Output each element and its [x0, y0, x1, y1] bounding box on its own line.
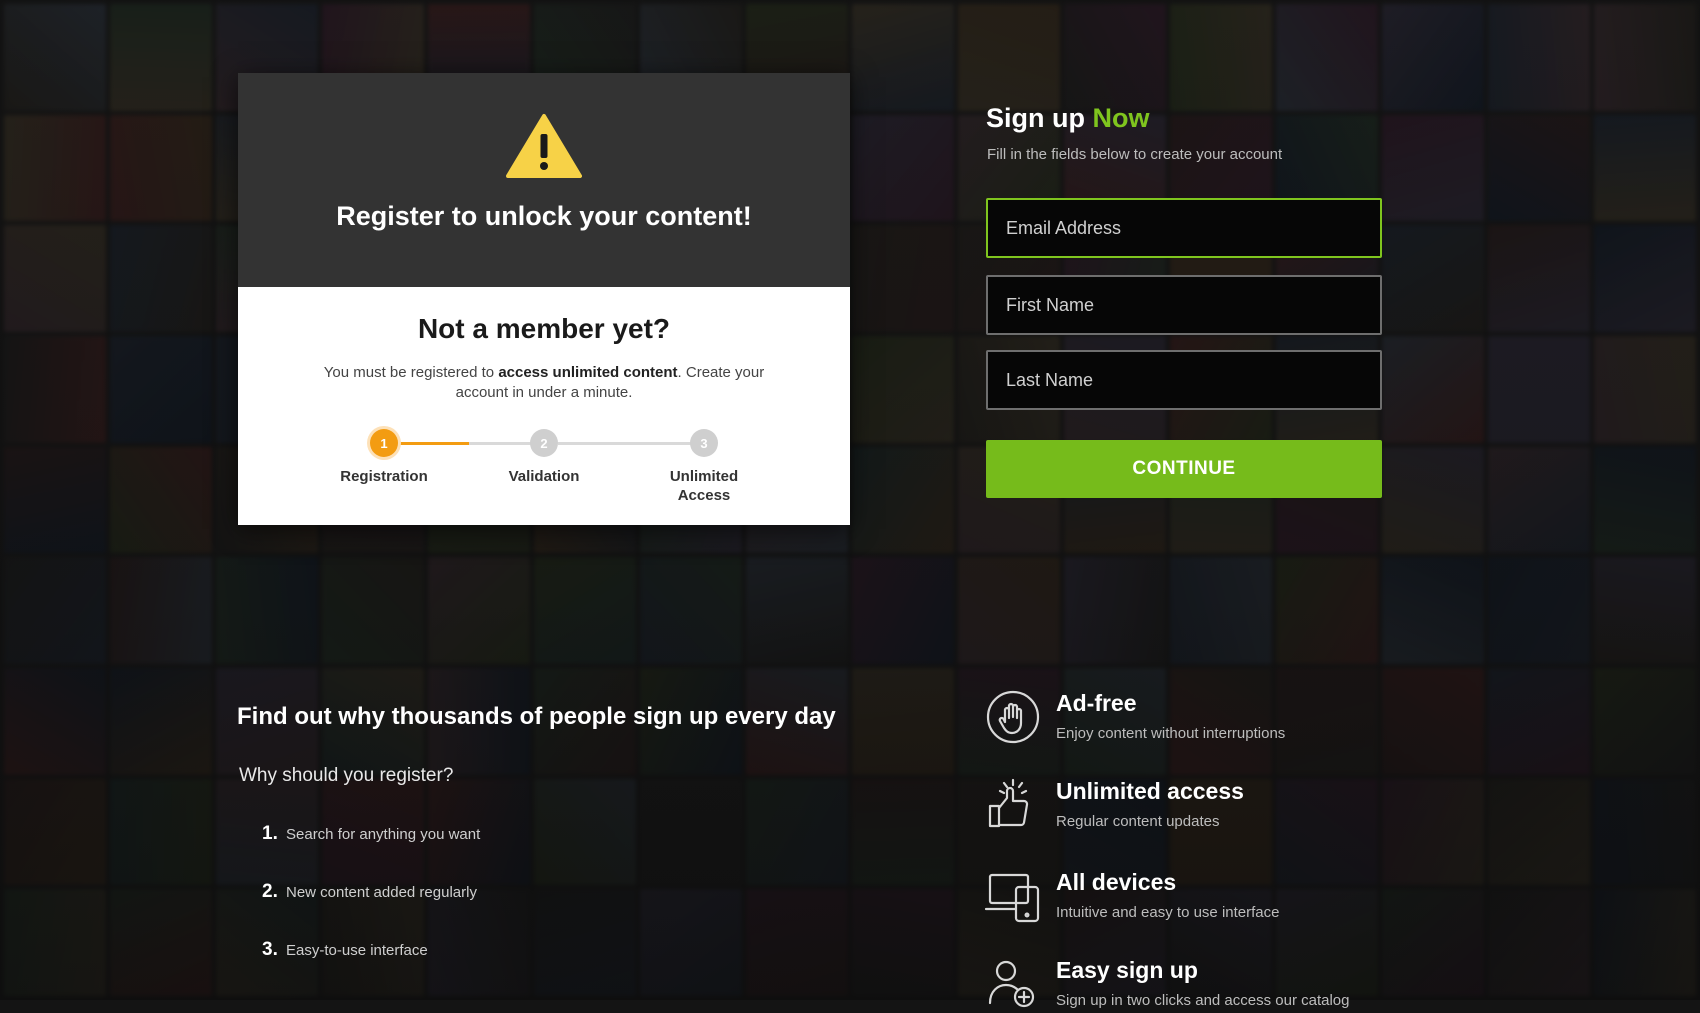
step-number: 1: [370, 429, 398, 457]
reason-list: 1. Search for anything you want 2. New c…: [262, 823, 480, 997]
signup-title-accent: Now: [1092, 103, 1150, 133]
step-registration: 1 Registration: [324, 429, 444, 486]
unlock-content-card: Register to unlock your content! Not a m…: [238, 73, 850, 525]
feature-ad-free: Ad-free Enjoy content without interrupti…: [984, 688, 1285, 746]
reason-number: 1.: [262, 823, 278, 844]
step-label: Unlimited Access: [669, 468, 739, 504]
feature-description: Intuitive and easy to use interface: [1056, 904, 1280, 921]
list-item: 2. New content added regularly: [262, 881, 480, 939]
feature-title: Easy sign up: [1056, 957, 1198, 983]
feature-text: Unlimited access Regular content updates: [1056, 776, 1244, 830]
registration-stepper: 1 Registration 2 Validation 3 Unlimited …: [340, 429, 738, 507]
feature-text: Easy sign up Sign up in two clicks and a…: [1056, 955, 1350, 1009]
list-item: 3. Easy-to-use interface: [262, 939, 480, 997]
user-plus-icon: [988, 960, 1035, 1008]
step-number: 2: [530, 429, 558, 457]
feature-all-devices: All devices Intuitive and easy to use in…: [984, 867, 1279, 925]
reason-number: 2.: [262, 881, 278, 902]
thumbs-up-icon: [988, 778, 1029, 828]
step-validation: 2 Validation: [484, 429, 604, 486]
unlock-card-header: Register to unlock your content!: [238, 73, 850, 287]
why-subheading: Why should you register?: [239, 765, 454, 786]
why-heading: Find out why thousands of people sign up…: [237, 703, 836, 730]
step-label: Validation: [508, 468, 580, 485]
membership-panel: Not a member yet? You must be registered…: [238, 287, 850, 525]
first-name-field[interactable]: [986, 275, 1382, 335]
devices-icon: [984, 873, 1040, 923]
list-item: 1. Search for anything you want: [262, 823, 480, 881]
unlock-title: Register to unlock your content!: [336, 201, 752, 231]
member-text-bold: access unlimited content: [498, 364, 678, 381]
signup-title-main: Sign up: [986, 103, 1093, 133]
feature-description: Sign up in two clicks and access our cat…: [1056, 992, 1350, 1009]
reason-text: Easy-to-use interface: [286, 942, 428, 959]
feature-title: All devices: [1056, 869, 1177, 895]
member-heading: Not a member yet?: [417, 313, 671, 344]
member-text-prefix: You must be registered to: [323, 364, 499, 381]
continue-button[interactable]: CONTINUE: [986, 440, 1382, 498]
reason-number: 3.: [262, 939, 278, 960]
reason-text: New content added regularly: [286, 884, 477, 901]
feature-text: Ad-free Enjoy content without interrupti…: [1056, 688, 1285, 742]
feature-description: Regular content updates: [1056, 813, 1220, 830]
signup-subtitle: Fill in the fields below to create your …: [987, 146, 1283, 163]
signup-title: Sign up Now: [986, 103, 1149, 134]
warning-triangle-icon: [506, 114, 582, 178]
step-label: Registration: [340, 468, 428, 485]
feature-easy-sign-up: Easy sign up Sign up in two clicks and a…: [984, 955, 1350, 1013]
hand-icon: [986, 690, 1040, 744]
email-field[interactable]: [986, 198, 1382, 258]
member-description: You must be registered to access unlimit…: [304, 363, 784, 403]
feature-title: Unlimited access: [1056, 778, 1244, 804]
last-name-field[interactable]: [986, 350, 1382, 410]
feature-description: Enjoy content without interruptions: [1056, 725, 1286, 742]
reason-text: Search for anything you want: [286, 826, 481, 843]
feature-text: All devices Intuitive and easy to use in…: [1056, 867, 1279, 921]
step-unlimited-access: 3 Unlimited Access: [644, 429, 764, 505]
feature-title: Ad-free: [1056, 690, 1137, 716]
step-number: 3: [690, 429, 718, 457]
feature-unlimited-access: Unlimited access Regular content updates: [984, 776, 1244, 834]
